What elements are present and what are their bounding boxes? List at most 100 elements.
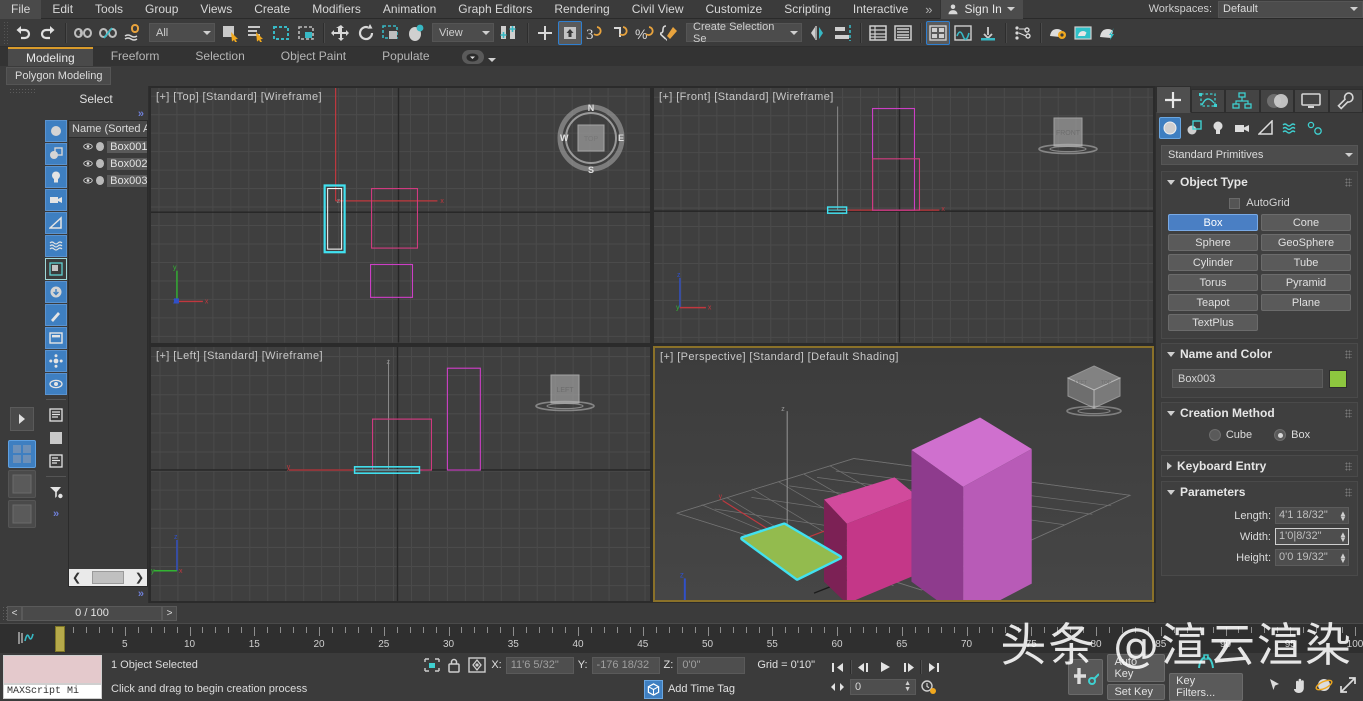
goto-end-button[interactable] [924,659,943,676]
polygon-modeling-label[interactable]: Polygon Modeling [6,67,111,85]
select-and-manipulate-icon[interactable] [533,21,557,45]
left-dock-grip[interactable] [9,88,35,93]
view-cube-top[interactable]: TOP W E N S [554,100,628,174]
viewport-layout-alt2-button[interactable] [8,500,36,528]
coord-z-field[interactable]: 0'0" [677,657,745,674]
drag-handle-icon[interactable] [1345,409,1352,418]
orbit-view-icon[interactable] [1315,676,1333,697]
autogrid-row[interactable]: AutoGrid [1168,195,1351,214]
collapse-triangle-icon[interactable] [1167,352,1175,357]
height-spinner[interactable]: 0'0 19/32" ▲▼ [1275,549,1349,566]
ribbon-tab-selection[interactable]: Selection [177,47,262,66]
time-tag-icon[interactable] [644,680,663,699]
frame-readout[interactable]: 0 / 100 [22,606,162,621]
viewport-top-label[interactable]: [+] [Top] [Standard] [Wireframe] [156,91,322,103]
rollout-keyboard-entry-header[interactable]: Keyboard Entry [1162,456,1357,476]
create-textplus-button[interactable]: TextPlus [1168,314,1258,331]
select-space-warp-icon[interactable] [45,235,67,257]
layer-explorer-icon[interactable] [866,21,890,45]
hierarchy-tab[interactable] [1225,89,1260,113]
menu-overflow-chevron[interactable]: » [919,0,938,19]
next-frame-button[interactable] [898,659,917,676]
add-time-tag-label[interactable]: Add Time Tag [668,683,735,695]
spinner-arrows-icon[interactable]: ▲▼ [904,681,911,693]
freeze-toggle-icon[interactable] [96,159,104,168]
maxscript-listener[interactable]: MAXScript Mi [0,653,105,701]
select-helper-icon[interactable] [45,212,67,234]
menu-customize[interactable]: Customize [695,0,774,19]
select-light-icon[interactable] [45,166,67,188]
maximize-viewport-icon[interactable] [1339,676,1357,697]
sign-in-button[interactable]: Sign In [940,0,1022,19]
menu-create[interactable]: Create [243,0,301,19]
rollout-name-and-color-header[interactable]: Name and Color [1162,344,1357,364]
toolbar-grip[interactable] [3,21,8,45]
select-and-move-icon[interactable] [329,21,353,45]
absolute-relative-mode-icon[interactable] [467,656,487,674]
timeline-ruler[interactable]: 5101520253035404550556065707580859095100 [0,623,1363,653]
render-production-icon[interactable] [1096,21,1120,45]
cameras-icon[interactable] [1231,117,1253,139]
eye-icon[interactable] [83,142,93,151]
unlink-icon[interactable] [96,21,120,45]
shapes-icon[interactable] [1183,117,1205,139]
display-tab[interactable] [1294,89,1329,113]
menu-tools[interactable]: Tools [84,0,134,19]
drag-handle-icon[interactable] [1345,488,1352,497]
viewport-layout-quad-button[interactable] [8,440,36,468]
ribbon-dropdown-icon[interactable] [488,58,496,62]
bind-space-warp-icon[interactable] [121,21,145,45]
selection-filter-select[interactable]: All [149,23,215,42]
select-by-name-icon[interactable] [244,21,268,45]
render-setup-icon[interactable] [1046,21,1070,45]
view-cube-front[interactable]: FRONT [1025,116,1111,158]
select-xref-icon[interactable] [45,281,67,303]
viewport-layout-alt1-button[interactable] [8,470,36,498]
viewport-perspective[interactable]: z y x [653,346,1154,603]
rollout-parameters-header[interactable]: Parameters [1162,482,1357,502]
scene-explorer-expand-icon[interactable]: » [44,108,148,120]
collapse-triangle-icon[interactable] [1167,180,1175,185]
width-spinner[interactable]: 1'0|8/32" ▲▼ [1275,528,1349,545]
select-bone-icon[interactable] [45,304,67,326]
collapse-triangle-icon[interactable] [1167,411,1175,416]
play-animation-button[interactable] [876,659,895,676]
add-time-tag-group[interactable]: Add Time Tag [644,680,735,699]
menu-views[interactable]: Views [189,0,243,19]
radio-box[interactable] [1274,429,1286,441]
previous-frame-button[interactable] [854,659,873,676]
ribbon-tab-modeling[interactable]: Modeling [8,47,93,66]
viewport-front-label[interactable]: [+] [Front] [Standard] [Wireframe] [659,91,834,103]
eye-icon[interactable] [83,159,93,168]
scene-explorer-more-icon[interactable]: » [53,508,59,520]
menu-graph-editors[interactable]: Graph Editors [447,0,543,19]
lights-icon[interactable] [1207,117,1229,139]
mirror-icon[interactable] [806,21,830,45]
menu-civil-view[interactable]: Civil View [621,0,695,19]
menu-edit[interactable]: Edit [41,0,84,19]
select-object-icon[interactable] [45,120,67,142]
eye-icon[interactable] [83,176,93,185]
height-value[interactable]: 0'0 19/32" [1276,550,1338,565]
workspace-select[interactable]: Default [1218,1,1363,18]
pan-view-icon[interactable] [1291,676,1309,697]
menu-file[interactable]: File [0,0,41,19]
set-keys-button[interactable] [1068,659,1103,695]
menu-scripting[interactable]: Scripting [773,0,842,19]
scrollbar-thumb[interactable] [92,571,124,584]
redo-icon[interactable] [36,21,60,45]
menu-interactive[interactable]: Interactive [842,0,919,19]
scene-explorer-hscrollbar[interactable]: ❮ ❯ [69,569,147,586]
select-visible-icon[interactable] [45,373,67,395]
creation-method-box-option[interactable]: Box [1274,429,1310,441]
create-sphere-button[interactable]: Sphere [1168,234,1258,251]
reference-coordinate-select[interactable]: View [432,23,494,42]
filter-icon[interactable] [45,481,67,503]
view-cube-left[interactable]: LEFT [522,373,608,415]
drag-handle-icon[interactable] [1345,350,1352,359]
scene-explorer-footer-chevron[interactable]: » [44,587,148,603]
viewport-left-label[interactable]: [+] [Left] [Standard] [Wireframe] [156,350,323,362]
selection-lock-icon[interactable] [445,657,463,673]
prev-frame-button[interactable]: < [7,606,22,621]
ribbon-tab-freeform[interactable]: Freeform [93,47,178,66]
